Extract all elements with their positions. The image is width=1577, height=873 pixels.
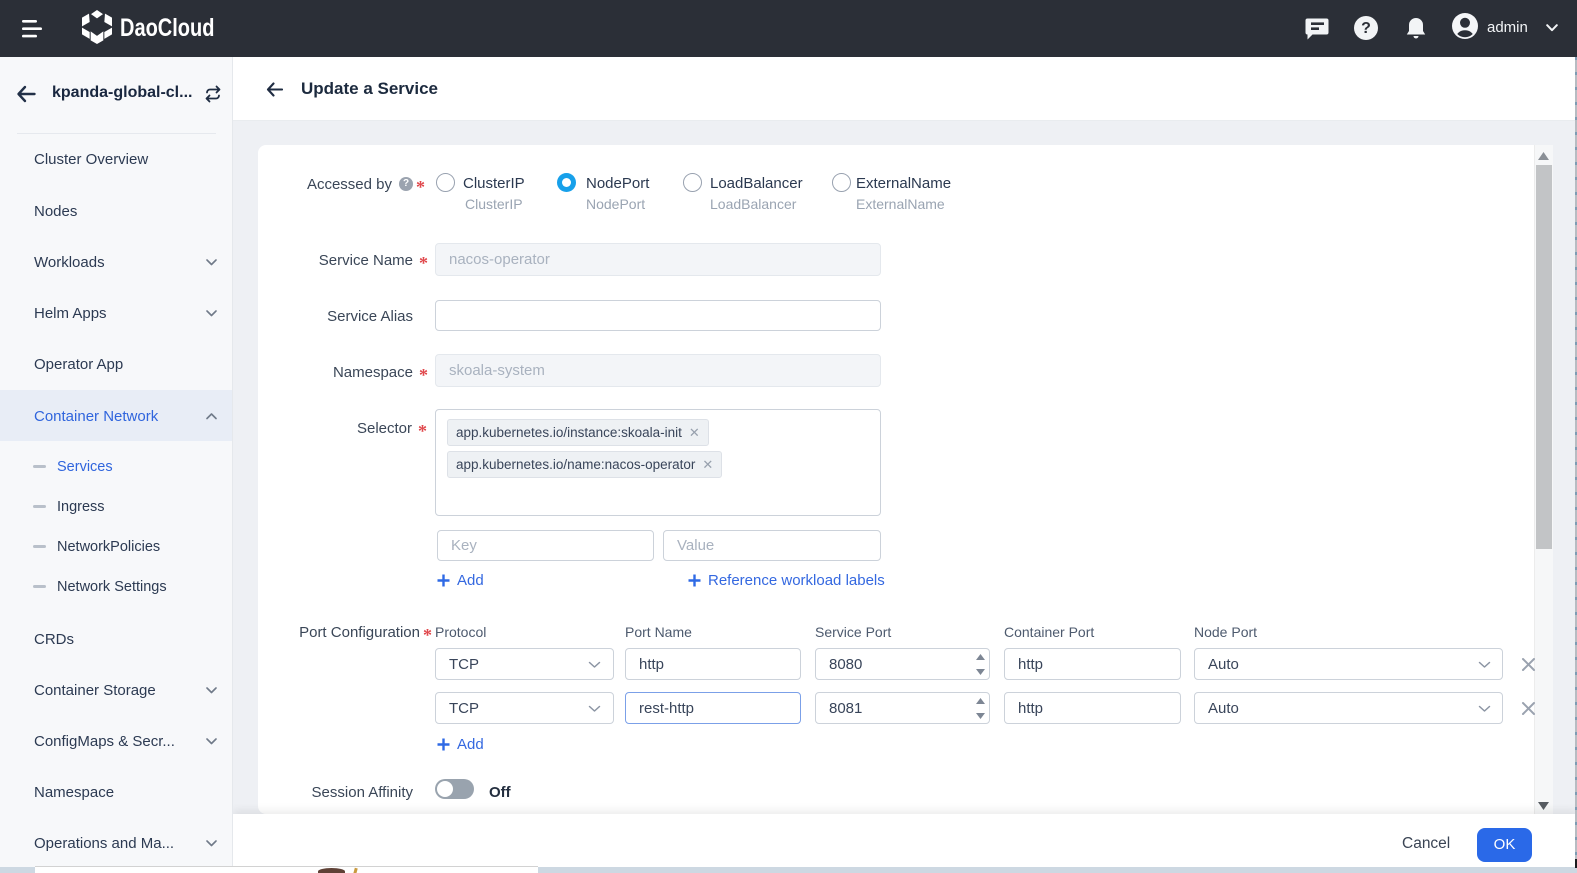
svg-text:?: ?	[1361, 20, 1371, 37]
